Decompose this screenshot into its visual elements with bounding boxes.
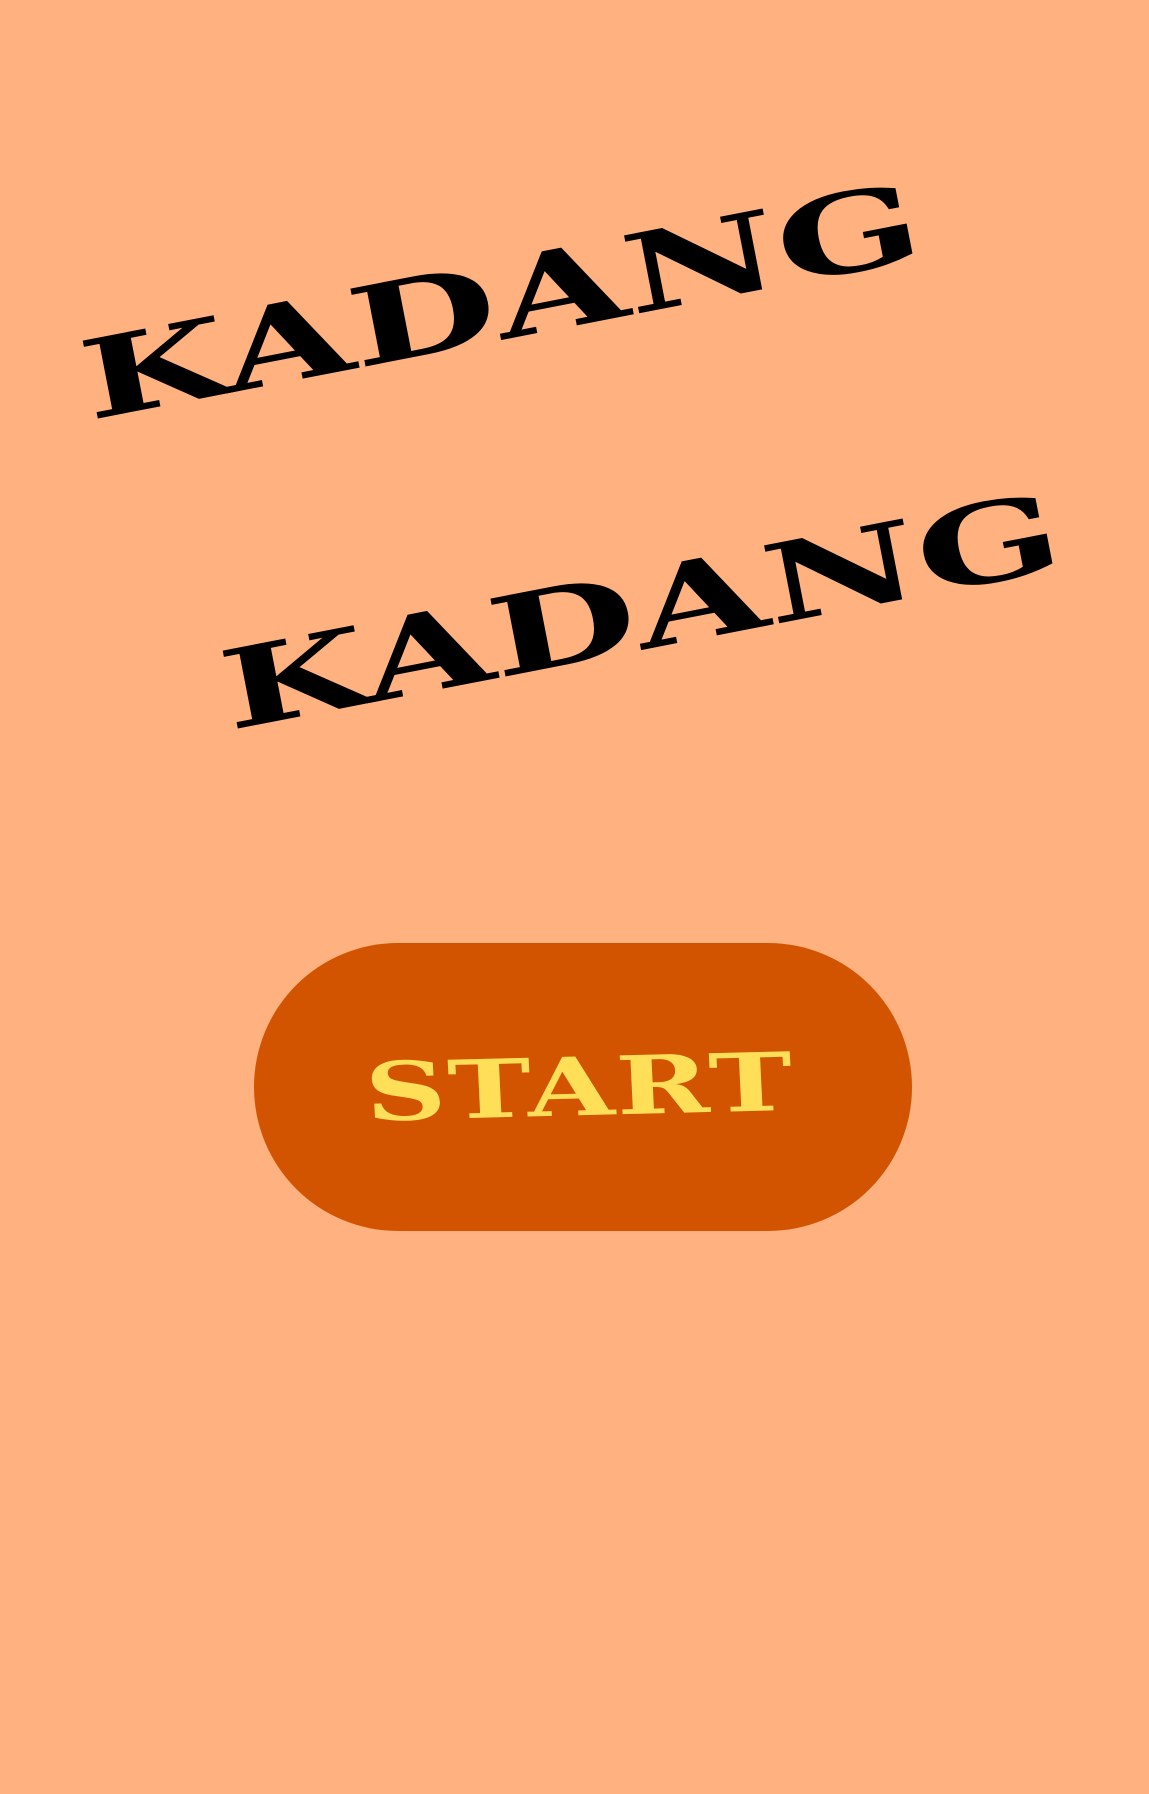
game-title-logo: KADANG KADANG [71, 157, 1072, 755]
start-button[interactable]: START [254, 943, 912, 1231]
start-button-label: START [363, 1034, 797, 1140]
title-line-2: KADANG [211, 467, 1072, 755]
title-line-1: KADANG [71, 157, 932, 445]
